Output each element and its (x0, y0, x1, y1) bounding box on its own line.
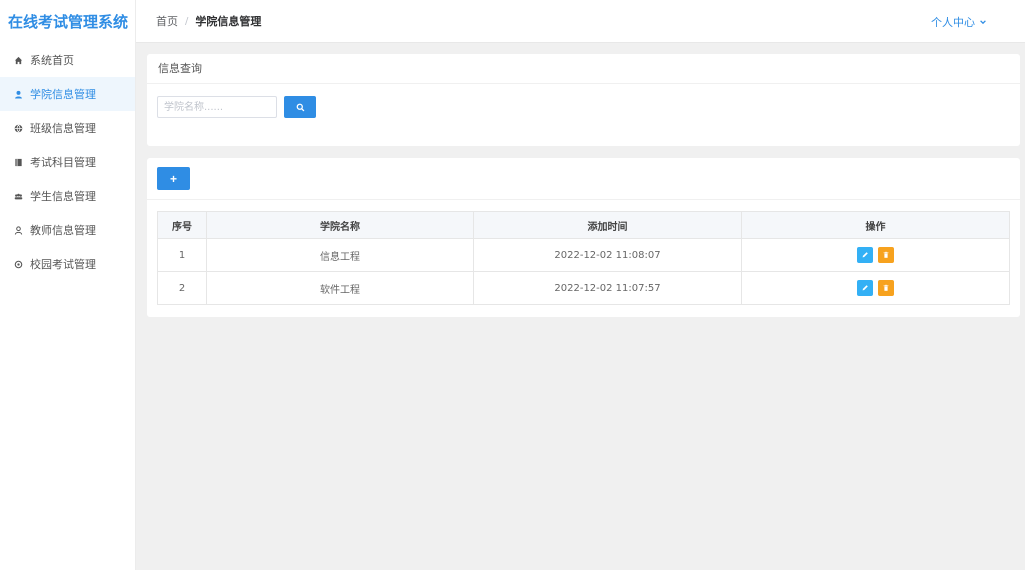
cell-ops (741, 238, 1010, 272)
sidebar-item-class[interactable]: 班级信息管理 (0, 111, 135, 145)
breadcrumb: 首页 / 学院信息管理 (136, 13, 261, 29)
person-icon (13, 225, 23, 235)
trash-icon (883, 284, 889, 291)
breadcrumb-current: 学院信息管理 (195, 15, 262, 28)
sidebar-menu: 系统首页 学院信息管理 班级信息管理 考试科目管理 学生信息管理 教师信息管理 … (0, 43, 135, 281)
group-icon (13, 191, 23, 201)
search-panel: 信息查询 (147, 54, 1020, 146)
pencil-icon (862, 285, 868, 291)
search-panel-title: 信息查询 (147, 54, 1020, 84)
delete-button[interactable] (878, 247, 895, 263)
sidebar-item-student[interactable]: 学生信息管理 (0, 179, 135, 213)
sidebar-item-label: 校园考试管理 (30, 258, 96, 271)
sidebar-item-label: 考试科目管理 (30, 156, 96, 169)
table-header-row: 序号 学院名称 添加时间 操作 (157, 211, 1010, 239)
data-panel: + 序号 学院名称 添加时间 操作 1 信息工程 2022-12-02 11:0… (147, 158, 1020, 317)
college-table: 序号 学院名称 添加时间 操作 1 信息工程 2022-12-02 11:08:… (157, 211, 1010, 305)
sidebar-item-label: 班级信息管理 (30, 122, 96, 135)
sidebar-item-exam[interactable]: 校园考试管理 (0, 247, 135, 281)
book-icon (13, 157, 23, 167)
sidebar: 在线考试管理系统 系统首页 学院信息管理 班级信息管理 考试科目管理 学生信息管… (0, 0, 136, 570)
table-toolbar: + (147, 158, 1020, 200)
search-button[interactable] (284, 96, 316, 118)
top-header: 首页 / 学院信息管理 个人中心 (136, 0, 1025, 43)
cell-time: 2022-12-02 11:08:07 (473, 238, 742, 272)
sidebar-item-label: 教师信息管理 (30, 224, 96, 237)
edit-button[interactable] (856, 280, 873, 296)
user-icon (13, 89, 23, 99)
edit-button[interactable] (856, 247, 873, 263)
sidebar-item-label: 学院信息管理 (30, 88, 96, 101)
sidebar-item-subject[interactable]: 考试科目管理 (0, 145, 135, 179)
user-center-dropdown[interactable]: 个人中心 (931, 0, 987, 43)
breadcrumb-separator: / (185, 15, 189, 27)
sidebar-item-teacher[interactable]: 教师信息管理 (0, 213, 135, 247)
cell-name: 信息工程 (206, 238, 474, 272)
search-row (157, 96, 316, 118)
column-header-name: 学院名称 (206, 211, 474, 239)
app-title: 在线考试管理系统 (8, 13, 129, 31)
column-header-time: 添加时间 (473, 211, 742, 239)
table-row: 2 软件工程 2022-12-02 11:07:57 (157, 271, 1010, 305)
breadcrumb-home-link[interactable]: 首页 (156, 13, 178, 29)
chevron-down-icon (980, 19, 986, 24)
cell-seq: 2 (157, 271, 207, 305)
table-row: 1 信息工程 2022-12-02 11:08:07 (157, 238, 1010, 272)
globe-icon (13, 123, 23, 133)
sidebar-item-label: 学生信息管理 (30, 190, 96, 203)
user-center-label: 个人中心 (931, 15, 975, 29)
cell-time: 2022-12-02 11:07:57 (473, 271, 742, 305)
delete-button[interactable] (878, 280, 895, 296)
college-name-search-input[interactable] (157, 96, 277, 118)
sidebar-item-label: 系统首页 (30, 54, 74, 67)
pencil-icon (862, 252, 868, 258)
column-header-ops: 操作 (741, 211, 1010, 239)
add-button[interactable]: + (157, 167, 190, 190)
trash-icon (883, 251, 889, 258)
cell-seq: 1 (157, 238, 207, 272)
cell-name: 软件工程 (206, 271, 474, 305)
gear-icon (13, 259, 23, 269)
search-icon (296, 103, 304, 111)
sidebar-item-college[interactable]: 学院信息管理 (0, 77, 135, 111)
cell-ops (741, 271, 1010, 305)
sidebar-item-home[interactable]: 系统首页 (0, 43, 135, 77)
home-icon (13, 55, 23, 65)
column-header-seq: 序号 (157, 211, 207, 239)
